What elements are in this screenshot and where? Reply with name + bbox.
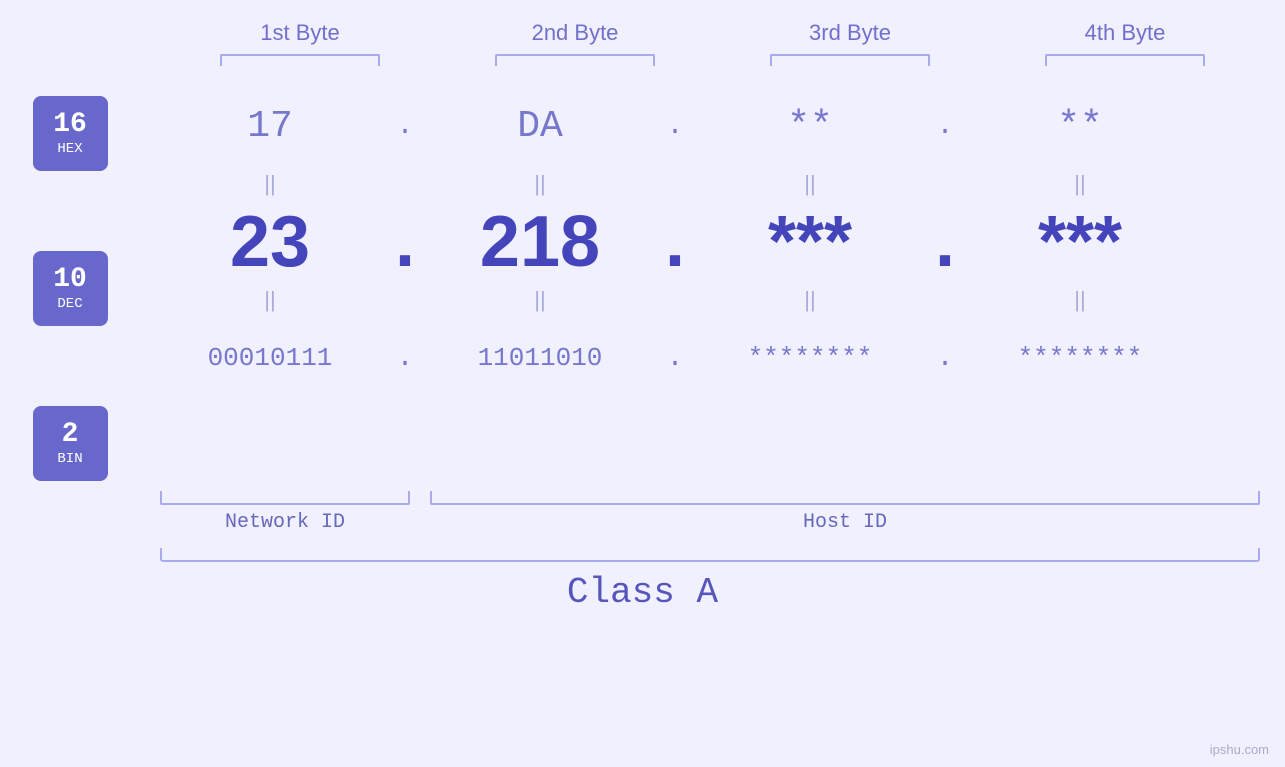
bin-badge-label: BIN <box>57 451 82 467</box>
main-container: 1st Byte 2nd Byte 3rd Byte 4th Byte 16 H… <box>0 0 1285 767</box>
byte-headers: 1st Byte 2nd Byte 3rd Byte 4th Byte <box>163 20 1263 54</box>
eq1-3: || <box>700 171 920 197</box>
hex-val-1: 17 <box>247 105 293 148</box>
hex-sep-3: . <box>920 111 970 142</box>
dec-badge-label: DEC <box>57 296 82 312</box>
bin-badge: 2 BIN <box>33 406 108 481</box>
host-id-label: Host ID <box>430 511 1260 534</box>
eq2-2: || <box>430 287 650 313</box>
eq1-1: || <box>160 171 380 197</box>
dec-cell-2: 218 <box>430 201 650 283</box>
bracket-3 <box>770 54 930 66</box>
content-area: 16 HEX 10 DEC 2 BIN 17 . DA <box>0 86 1285 481</box>
dec-cell-4: *** <box>970 201 1190 283</box>
eq2-3: || <box>700 287 920 313</box>
dec-cell-1: 23 <box>160 201 380 283</box>
hex-badge: 16 HEX <box>33 96 108 171</box>
dec-badge: 10 DEC <box>33 251 108 326</box>
id-brackets <box>160 491 1260 505</box>
dec-sep-2: . <box>650 201 700 283</box>
hex-cell-3: ** <box>700 105 920 148</box>
bin-sep-3: . <box>920 343 970 374</box>
bracket-cell-1 <box>163 54 438 66</box>
eq1-2: || <box>430 171 650 197</box>
bin-row: 00010111 . 11011010 . ******** . *******… <box>140 318 1285 398</box>
bin-sep-1: . <box>380 343 430 374</box>
dec-cell-3: *** <box>700 201 920 283</box>
dec-val-4: *** <box>1038 202 1122 282</box>
host-bracket <box>430 491 1260 505</box>
class-label: Class A <box>0 572 1285 613</box>
hex-sep-1: . <box>380 111 430 142</box>
network-bracket <box>160 491 410 505</box>
hex-cell-4: ** <box>970 105 1190 148</box>
hex-badge-label: HEX <box>57 141 82 157</box>
dec-val-3: *** <box>768 202 852 282</box>
eq2-4: || <box>970 287 1190 313</box>
byte1-header: 1st Byte <box>163 20 438 54</box>
hex-val-2: DA <box>517 105 563 148</box>
outer-bracket-row <box>160 548 1260 562</box>
dec-sep-3: . <box>920 201 970 283</box>
bin-sep-2: . <box>650 343 700 374</box>
badges-column: 16 HEX 10 DEC 2 BIN <box>0 86 140 481</box>
bin-cell-3: ******** <box>700 343 920 373</box>
network-id-label: Network ID <box>160 511 410 534</box>
bin-val-4: ******** <box>1018 343 1143 373</box>
dec-val-2: 218 <box>480 202 600 282</box>
hex-cell-1: 17 <box>160 105 380 148</box>
bin-val-3: ******** <box>748 343 873 373</box>
bracket-4 <box>1045 54 1205 66</box>
bracket-2 <box>495 54 655 66</box>
hex-sep-2: . <box>650 111 700 142</box>
bin-cell-2: 11011010 <box>430 343 650 373</box>
bottom-section: Network ID Host ID Class A <box>0 491 1285 613</box>
bracket-cell-3 <box>713 54 988 66</box>
bracket-cell-4 <box>988 54 1263 66</box>
rows-area: 17 . DA . ** . ** || || <box>140 86 1285 398</box>
hex-val-3: ** <box>787 105 833 148</box>
hex-row: 17 . DA . ** . ** <box>140 86 1285 166</box>
byte3-header: 3rd Byte <box>713 20 988 54</box>
bin-val-1: 00010111 <box>208 343 333 373</box>
id-labels: Network ID Host ID <box>160 511 1260 534</box>
equals-row-1: || || || || <box>140 166 1285 202</box>
hex-cell-2: DA <box>430 105 650 148</box>
bin-val-2: 11011010 <box>478 343 603 373</box>
eq2-1: || <box>160 287 380 313</box>
top-bracket-row <box>163 54 1263 66</box>
outer-bracket <box>160 548 1260 562</box>
eq1-4: || <box>970 171 1190 197</box>
equals-row-2: || || || || <box>140 282 1285 318</box>
watermark: ipshu.com <box>1210 742 1269 757</box>
dec-badge-number: 10 <box>53 265 87 296</box>
byte4-header: 4th Byte <box>988 20 1263 54</box>
hex-badge-number: 16 <box>53 110 87 141</box>
dec-row: 23 . 218 . *** . *** <box>140 202 1285 282</box>
dec-val-1: 23 <box>230 202 310 282</box>
byte2-header: 2nd Byte <box>438 20 713 54</box>
dec-sep-1: . <box>380 201 430 283</box>
bracket-cell-2 <box>438 54 713 66</box>
bracket-1 <box>220 54 380 66</box>
bin-cell-4: ******** <box>970 343 1190 373</box>
bin-cell-1: 00010111 <box>160 343 380 373</box>
hex-val-4: ** <box>1057 105 1103 148</box>
bin-badge-number: 2 <box>62 420 79 451</box>
